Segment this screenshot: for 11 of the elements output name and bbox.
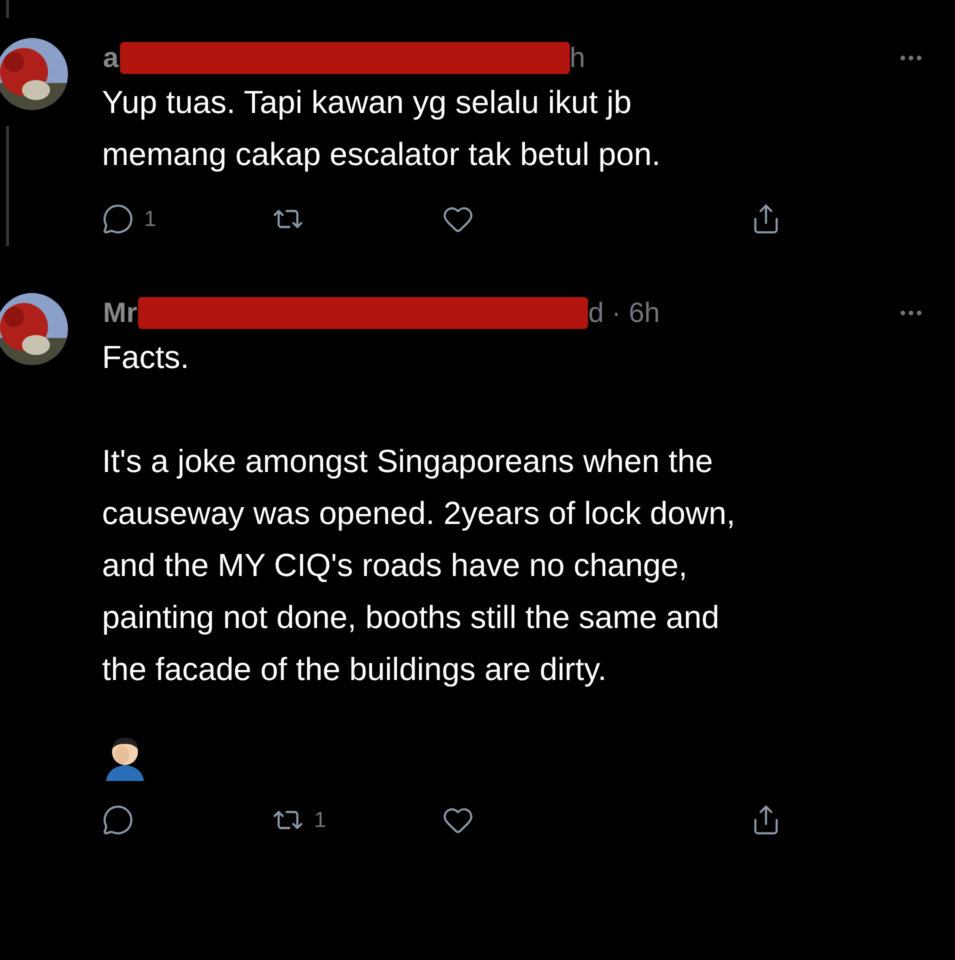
reply-icon[interactable] [102,202,134,234]
user-name: Mr [102,296,138,330]
tweet-text: Facts. [102,338,190,377]
user-name: a [102,41,120,75]
tweet-time: h [570,41,586,75]
tweet-time: d · 6h [588,296,660,330]
tweet-text: It's a joke amongst Singaporeans when the causeway was opened. 2years of lock down, and the MY CIQ's roads have no change, painting not done, booths still the same and the facade of the buildings are dirty. [102,442,736,689]
reply-icon[interactable] [102,804,134,836]
action-count: 1 [144,205,156,233]
tweet-text: Yup tuas. Tapi kawan yg selalu ikut jb memang cakap escalator tak betul pon. [102,83,662,174]
action-count: 1 [314,806,326,834]
